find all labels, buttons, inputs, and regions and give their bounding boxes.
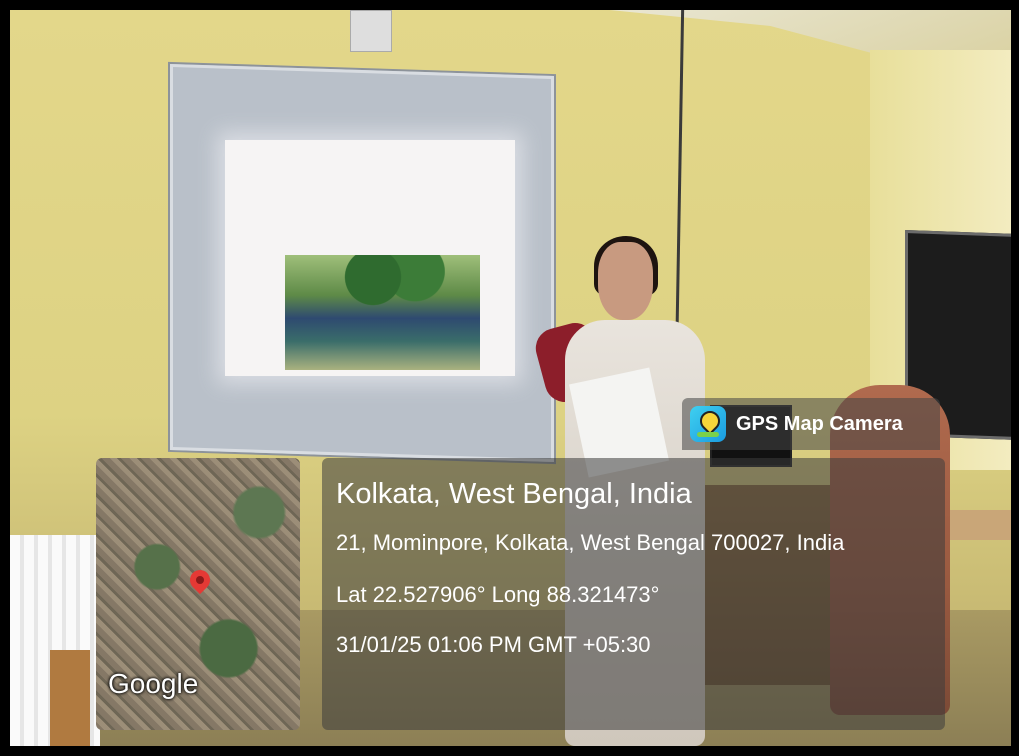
chair bbox=[50, 650, 90, 746]
gps-map-camera-icon bbox=[690, 406, 726, 442]
location-pin-icon bbox=[185, 565, 215, 595]
table bbox=[950, 510, 1011, 540]
projector bbox=[350, 10, 392, 52]
gps-app-name: GPS Map Camera bbox=[736, 412, 903, 435]
gps-app-label: GPS Map Camera bbox=[682, 398, 940, 450]
image-frame: GPS Map Camera Google Kolkata, West Beng… bbox=[0, 0, 1019, 756]
coordinates-line: Lat 22.527906° Long 88.321473° bbox=[336, 582, 660, 607]
presenter-face bbox=[598, 242, 653, 320]
datetime-line: 31/01/25 01:06 PM GMT +05:30 bbox=[336, 632, 651, 657]
cable bbox=[674, 10, 685, 370]
address-line: 21, Mominpore, Kolkata, West Bengal 7000… bbox=[336, 530, 845, 555]
slide-group-photo bbox=[285, 255, 480, 370]
google-watermark: Google bbox=[108, 668, 199, 699]
location-info-panel: Kolkata, West Bengal, India 21, Mominpor… bbox=[322, 458, 945, 730]
map-thumbnail: Google bbox=[96, 458, 300, 730]
location-title: Kolkata, West Bengal, India bbox=[336, 478, 692, 510]
